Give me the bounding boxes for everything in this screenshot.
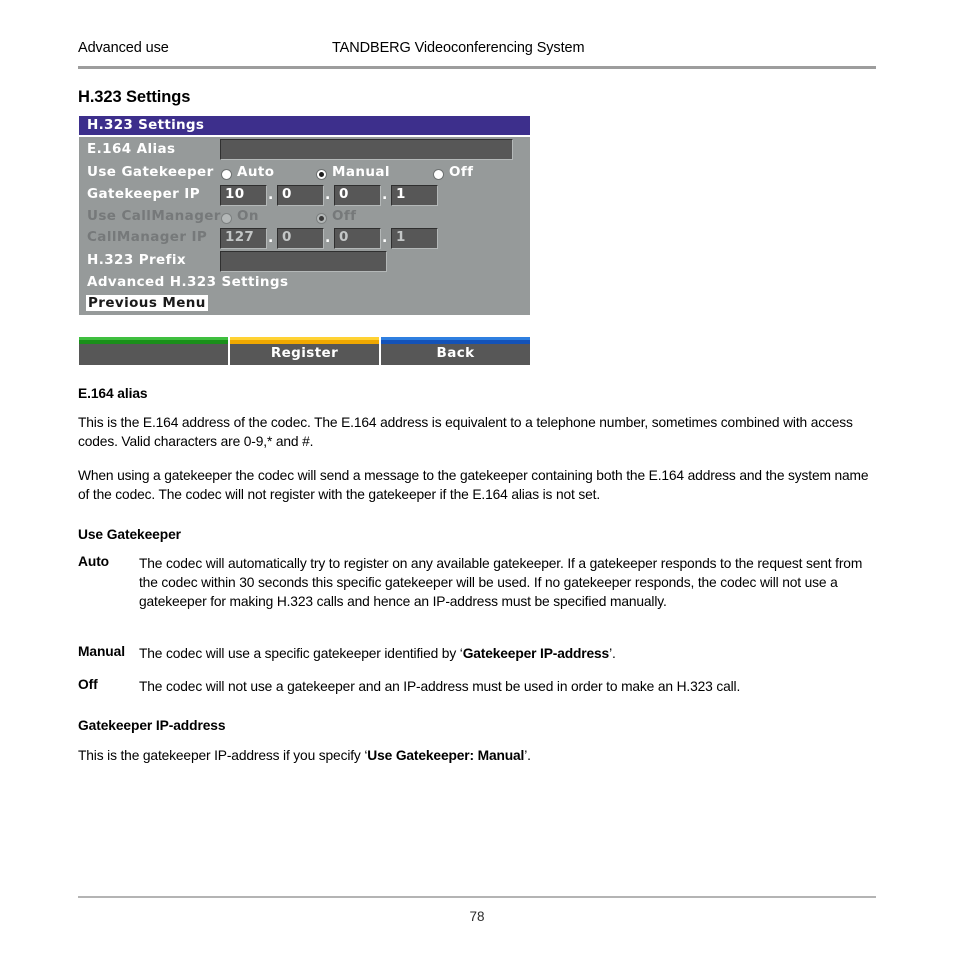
ui-label-callmanager-ip: CallManager IP [87, 229, 208, 245]
softkey-bar: Register Back [79, 337, 530, 365]
softkey-button-back[interactable]: Back [381, 337, 530, 365]
paragraph-gatekeeper-ip: This is the gatekeeper IP-address if you… [78, 746, 878, 765]
ui-ip-dot-1: . [268, 187, 274, 203]
ui-label-gatekeeper-ip: Gatekeeper IP [87, 186, 201, 202]
ui-titlebar: H.323 Settings [79, 116, 530, 137]
ui-cm-ip-dot-3: . [382, 230, 388, 246]
page-header: Advanced use TANDBERG Videoconferencing … [78, 40, 876, 62]
softkey-3-color-highlight [381, 337, 530, 340]
ui-radio-label-gatekeeper-auto: Auto [237, 164, 275, 180]
gk-ip-bold: Use Gatekeeper: Manual [367, 748, 525, 763]
header-left-text: Advanced use [78, 40, 169, 56]
ui-input-gatekeeper-ip-octet-1[interactable]: 10 [220, 185, 267, 206]
ui-ip-dot-3: . [382, 187, 388, 203]
softkey-3-label: Back [436, 345, 475, 361]
term-auto: Auto [78, 554, 110, 569]
softkey-2-label: Register [270, 345, 339, 361]
device-ui-screenshot: H.323 Settings E.164 Alias Use Gatekeepe… [79, 116, 530, 315]
header-center-text: TANDBERG Videoconferencing System [332, 40, 585, 56]
ui-radio-gatekeeper-auto[interactable] [222, 170, 231, 179]
ui-radio-label-callmanager-on: On [237, 208, 259, 224]
heading-gatekeeper-ip-address: Gatekeeper IP-address [78, 718, 226, 733]
term-manual-post: ’. [609, 646, 616, 661]
ui-input-gatekeeper-ip-octet-1-value: 10 [225, 186, 245, 202]
ui-label-e164-alias: E.164 Alias [87, 141, 176, 157]
softkey-1-color-cap [79, 337, 228, 344]
ui-input-callmanager-ip-octet-2-value: 0 [282, 229, 292, 245]
ui-input-gatekeeper-ip-octet-3[interactable]: 0 [334, 185, 381, 206]
ui-cm-ip-dot-2: . [325, 230, 331, 246]
heading-use-gatekeeper: Use Gatekeeper [78, 527, 181, 542]
ui-menu-item-previous-menu[interactable]: Previous Menu [86, 295, 208, 311]
ui-radio-label-gatekeeper-manual: Manual [332, 164, 390, 180]
term-off: Off [78, 677, 98, 692]
ui-label-use-callmanager: Use CallManager [87, 208, 221, 224]
ui-input-callmanager-ip-octet-4[interactable]: 1 [391, 228, 438, 249]
ui-input-callmanager-ip-octet-1-value: 127 [225, 229, 255, 245]
ui-input-callmanager-ip-octet-1[interactable]: 127 [220, 228, 267, 249]
ui-radio-callmanager-off[interactable] [317, 214, 326, 223]
ui-input-callmanager-ip-octet-3[interactable]: 0 [334, 228, 381, 249]
softkey-button-register[interactable]: Register [230, 337, 379, 365]
heading-e164-alias: E.164 alias [78, 386, 148, 401]
ui-input-gatekeeper-ip-octet-4-value: 1 [396, 186, 406, 202]
document-page: Advanced use TANDBERG Videoconferencing … [0, 0, 954, 954]
ui-radio-gatekeeper-off[interactable] [434, 170, 443, 179]
ui-menu-item-advanced-h323-settings[interactable]: Advanced H.323 Settings [87, 274, 288, 290]
page-title: H.323 Settings [78, 88, 191, 106]
term-manual: Manual [78, 644, 125, 659]
paragraph-e164-2: When using a gatekeeper the codec will s… [78, 468, 869, 502]
gk-ip-post: ’. [524, 748, 531, 763]
ui-radio-label-callmanager-off: Off [332, 208, 357, 224]
footer-divider [78, 896, 876, 898]
term-body-off: The codec will not use a gatekeeper and … [139, 679, 741, 694]
ui-radio-gatekeeper-manual[interactable] [317, 170, 326, 179]
softkey-button-1[interactable] [79, 337, 228, 365]
ui-input-callmanager-ip-octet-2[interactable]: 0 [277, 228, 324, 249]
ui-radio-callmanager-on[interactable] [222, 214, 231, 223]
ui-ip-dot-2: . [325, 187, 331, 203]
softkey-2-color-highlight [230, 337, 379, 340]
ui-input-gatekeeper-ip-octet-2[interactable]: 0 [277, 185, 324, 206]
term-manual-bold: Gatekeeper IP-address [462, 646, 610, 661]
paragraph-e164-1: This is the E.164 address of the codec. … [78, 415, 853, 449]
ui-input-gatekeeper-ip-octet-3-value: 0 [339, 186, 349, 202]
ui-cm-ip-dot-1: . [268, 230, 274, 246]
term-body-auto: The codec will automatically try to regi… [139, 556, 863, 609]
ui-input-callmanager-ip-octet-4-value: 1 [396, 229, 406, 245]
ui-input-gatekeeper-ip-octet-4[interactable]: 1 [391, 185, 438, 206]
ui-input-h323-prefix[interactable] [220, 251, 387, 272]
header-divider [78, 66, 876, 69]
page-number: 78 [469, 909, 485, 924]
softkey-2-color-cap [230, 337, 379, 344]
ui-label-h323-prefix: H.323 Prefix [87, 252, 187, 268]
gk-ip-pre: This is the gatekeeper IP-address if you… [78, 748, 368, 763]
ui-label-use-gatekeeper: Use Gatekeeper [87, 164, 214, 180]
term-manual-pre: The codec will use a specific gatekeeper… [139, 646, 463, 661]
ui-input-gatekeeper-ip-octet-2-value: 0 [282, 186, 292, 202]
ui-radio-label-gatekeeper-off: Off [449, 164, 474, 180]
softkey-1-color-highlight [79, 337, 228, 340]
softkey-3-color-cap [381, 337, 530, 344]
ui-titlebar-label: H.323 Settings [87, 117, 205, 133]
term-body-manual: The codec will use a specific gatekeeper… [139, 644, 879, 663]
ui-input-e164-alias[interactable] [220, 139, 513, 160]
ui-input-callmanager-ip-octet-3-value: 0 [339, 229, 349, 245]
